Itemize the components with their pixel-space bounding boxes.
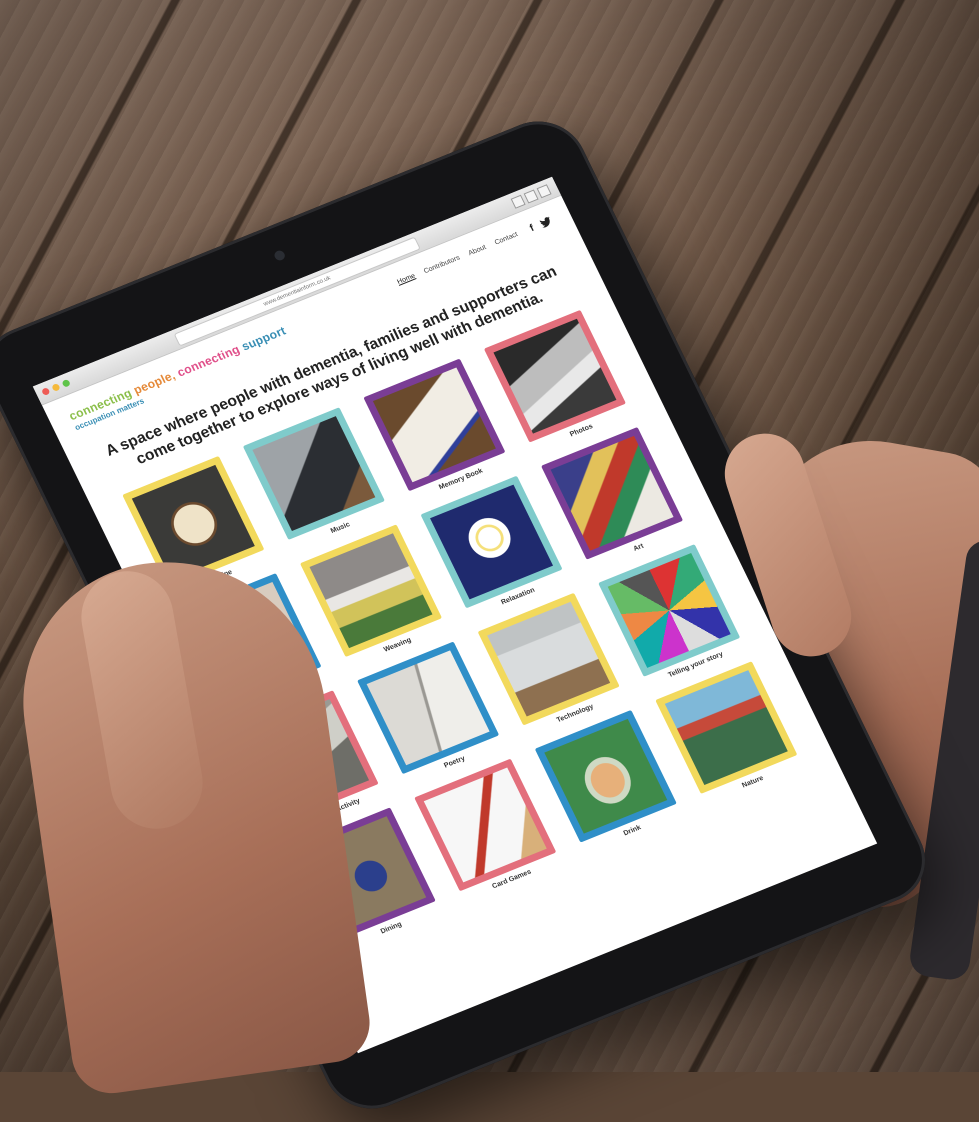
activity-tile[interactable]: Card Games <box>409 757 566 904</box>
bird-house-photo[interactable] <box>664 669 788 785</box>
water-lily-photo[interactable] <box>429 484 553 600</box>
activity-tile[interactable]: Art <box>536 425 693 572</box>
activity-tile[interactable]: Nature <box>651 659 808 806</box>
weaving-photo[interactable] <box>309 533 433 648</box>
social-links: f <box>528 216 554 234</box>
nav-contributors[interactable]: Contributors <box>423 255 461 276</box>
activity-tile[interactable]: Telling your story <box>593 542 750 689</box>
tabs-icon[interactable] <box>523 189 539 204</box>
nav-home[interactable]: Home <box>396 273 416 286</box>
share-icon[interactable] <box>510 194 526 209</box>
activity-tile[interactable]: Relaxation <box>416 474 573 621</box>
maximize-dot-icon[interactable] <box>61 378 71 388</box>
activity-tile[interactable]: Technology <box>473 591 630 738</box>
old-photo[interactable] <box>493 318 617 434</box>
activity-tile[interactable]: Weaving <box>295 522 452 669</box>
activity-tile[interactable]: Music <box>238 405 395 552</box>
minimize-dot-icon[interactable] <box>51 382 61 392</box>
radio-photo[interactable] <box>487 601 611 717</box>
pencils-photo[interactable] <box>607 552 731 668</box>
notebook-photo[interactable] <box>372 367 496 483</box>
activity-tile[interactable]: Memory Book <box>359 356 516 503</box>
camera-icon <box>272 249 287 262</box>
window-controls <box>40 378 71 396</box>
paint-box-photo[interactable] <box>550 435 674 551</box>
poetry-page-photo[interactable] <box>366 650 490 766</box>
activity-tile[interactable]: Drink <box>530 708 687 855</box>
twitter-icon[interactable] <box>539 216 554 229</box>
facebook-icon[interactable]: f <box>528 223 536 234</box>
activity-tile[interactable]: Poetry <box>352 639 509 786</box>
activity-tile[interactable]: Photos <box>479 308 636 455</box>
playing-cards-photo[interactable] <box>423 767 547 883</box>
nav-about[interactable]: About <box>467 244 487 257</box>
drink-glass-photo[interactable] <box>544 718 668 834</box>
close-dot-icon[interactable] <box>40 387 51 396</box>
record-player-photo[interactable] <box>252 415 376 531</box>
new-tab-icon[interactable] <box>536 184 552 199</box>
nav-contact[interactable]: Contact <box>494 231 519 246</box>
